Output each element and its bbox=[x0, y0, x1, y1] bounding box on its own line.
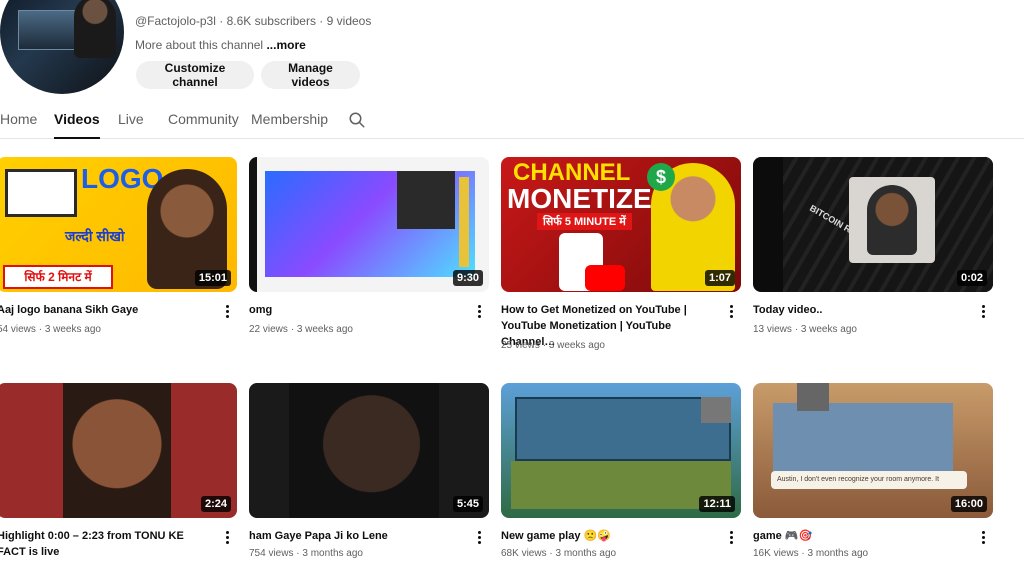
upload-age: 3 months ago bbox=[302, 548, 363, 559]
customize-channel-button[interactable]: Customize channel bbox=[136, 61, 254, 89]
video-meta: 22 views · 3 weeks ago bbox=[249, 324, 353, 335]
subscriber-count: 8.6K subscribers bbox=[226, 14, 316, 28]
channel-avatar[interactable] bbox=[0, 0, 124, 94]
video-thumbnail[interactable]: 12:11 bbox=[501, 383, 741, 518]
more-vert-icon[interactable] bbox=[473, 529, 485, 545]
overlay-bar-graphic bbox=[459, 177, 469, 267]
upload-age: 3 weeks ago bbox=[296, 324, 353, 335]
meta-separator: · bbox=[290, 324, 295, 335]
upload-age: 3 months ago bbox=[555, 548, 617, 559]
video-meta: 25 views · 3 weeks ago bbox=[501, 340, 605, 351]
video-meta: 54 views · 3 weeks ago bbox=[0, 324, 101, 335]
game-ground-graphic bbox=[511, 461, 731, 509]
webcam-overlay-graphic bbox=[701, 397, 731, 423]
webcam-overlay-graphic bbox=[797, 383, 829, 411]
game-ui-graphic bbox=[515, 397, 731, 461]
tab-live[interactable]: Live bbox=[118, 111, 144, 127]
view-count: 68K views bbox=[501, 548, 547, 559]
more-vert-icon[interactable] bbox=[725, 303, 737, 319]
view-count: 25 views bbox=[501, 340, 540, 351]
avatar-monitor-graphic bbox=[18, 10, 82, 50]
view-count: 754 views bbox=[249, 548, 294, 559]
thumbnail-text: Austin, I don't even recognize your room… bbox=[771, 471, 967, 489]
duration-badge: 1:07 bbox=[704, 270, 735, 286]
search-icon[interactable] bbox=[348, 111, 366, 129]
video-meta: 13 views · 3 weeks ago bbox=[753, 324, 857, 335]
duration-badge: 5:45 bbox=[452, 496, 483, 512]
meta-separator: · bbox=[549, 548, 553, 559]
tab-home[interactable]: Home bbox=[0, 111, 37, 127]
meta-separator: · bbox=[801, 548, 805, 559]
video-thumbnail[interactable]: CHANNEL MONETIZE सिर्फ 5 MINUTE में $ 1:… bbox=[501, 157, 741, 292]
video-title[interactable]: ham Gaye Papa Ji ko Lene bbox=[249, 528, 464, 544]
more-vert-icon[interactable] bbox=[221, 303, 233, 319]
video-thumbnail[interactable]: BITCOIN RETURNS 0:02 bbox=[753, 157, 993, 292]
thumbnail-text: सिर्फ 2 मिनट में bbox=[3, 265, 113, 289]
video-title[interactable]: Highlight 0:00 – 2:23 from TONU KE FACT … bbox=[0, 528, 212, 560]
duration-badge: 9:30 bbox=[452, 270, 483, 286]
meta-separator: · bbox=[38, 324, 43, 335]
more-vert-icon[interactable] bbox=[221, 529, 233, 545]
view-count: 22 views bbox=[249, 324, 288, 335]
more-vert-icon[interactable] bbox=[977, 303, 989, 319]
duration-badge: 0:02 bbox=[956, 270, 987, 286]
meta-separator: · bbox=[319, 14, 324, 28]
webcam-overlay-graphic bbox=[849, 177, 935, 263]
video-title[interactable]: omg bbox=[249, 302, 464, 318]
view-count: 54 views bbox=[0, 324, 36, 335]
video-title[interactable]: game 🎮🎯 bbox=[753, 528, 968, 544]
channel-handle: @Factojolo-p3l bbox=[135, 14, 216, 28]
duration-badge: 12:11 bbox=[699, 496, 735, 512]
manage-videos-button[interactable]: Manage videos bbox=[261, 61, 360, 89]
dollar-icon: $ bbox=[647, 163, 675, 191]
meta-separator: · bbox=[296, 548, 300, 559]
duration-badge: 15:01 bbox=[194, 270, 231, 286]
logo-box-graphic bbox=[5, 169, 77, 217]
channel-tabs: Home Videos Live Community Membership bbox=[0, 104, 1024, 139]
video-thumbnail[interactable]: 5:45 bbox=[249, 383, 489, 518]
meta-separator: · bbox=[542, 340, 547, 351]
meta-separator: · bbox=[219, 14, 224, 28]
video-count: 9 videos bbox=[326, 14, 372, 28]
thumbnail-text: सिर्फ 5 MINUTE में bbox=[537, 213, 632, 230]
video-thumbnail[interactable]: 9:30 bbox=[249, 157, 489, 292]
more-vert-icon[interactable] bbox=[473, 303, 485, 319]
duration-badge: 16:00 bbox=[950, 496, 987, 512]
upload-age: 3 weeks ago bbox=[800, 324, 857, 335]
duration-badge: 2:24 bbox=[200, 496, 231, 512]
upload-age: 3 months ago bbox=[807, 548, 869, 559]
video-meta: 68K views · 3 months ago bbox=[501, 548, 616, 559]
video-title[interactable]: New game play 🙁🤪 bbox=[501, 528, 716, 544]
upload-age: 3 weeks ago bbox=[548, 340, 605, 351]
video-title[interactable]: Today video.. bbox=[753, 302, 968, 318]
video-thumbnail[interactable]: LOGO जल्दी सीखो सिर्फ 2 मिनट में 15:01 bbox=[0, 157, 237, 292]
video-meta: 754 views · 3 months ago bbox=[249, 548, 363, 559]
tab-community[interactable]: Community bbox=[168, 111, 239, 127]
more-vert-icon[interactable] bbox=[725, 529, 737, 545]
view-count: 13 views bbox=[753, 324, 792, 335]
upload-age: 3 weeks ago bbox=[44, 324, 101, 335]
meta-separator: · bbox=[794, 324, 799, 335]
video-meta: 16K views · 3 months ago bbox=[753, 548, 868, 559]
tab-videos[interactable]: Videos bbox=[54, 111, 100, 139]
video-thumbnail[interactable]: Austin, I don't even recognize your room… bbox=[753, 383, 993, 518]
channel-meta: @Factojolo-p3l · 8.6K subscribers · 9 vi… bbox=[135, 14, 371, 28]
more-vert-icon[interactable] bbox=[977, 529, 989, 545]
channel-description[interactable]: More about this channel ...more bbox=[135, 38, 306, 52]
thumbnail-text: जल्दी सीखो bbox=[65, 228, 125, 244]
person-graphic bbox=[397, 171, 455, 229]
view-count: 16K views bbox=[753, 548, 799, 559]
video-thumbnail[interactable]: 2:24 bbox=[0, 383, 237, 518]
youtube-play-icon bbox=[585, 265, 625, 291]
tab-membership[interactable]: Membership bbox=[251, 111, 328, 127]
thumbnail-text: MONETIZE bbox=[507, 183, 652, 214]
video-title[interactable]: Aaj logo banana Sikh Gaye bbox=[0, 302, 212, 318]
more-link[interactable]: ...more bbox=[266, 38, 305, 52]
person-graphic bbox=[63, 383, 171, 518]
person-graphic bbox=[289, 383, 439, 518]
avatar-person-graphic bbox=[74, 0, 116, 58]
more-about-text: More about this channel bbox=[135, 38, 264, 52]
